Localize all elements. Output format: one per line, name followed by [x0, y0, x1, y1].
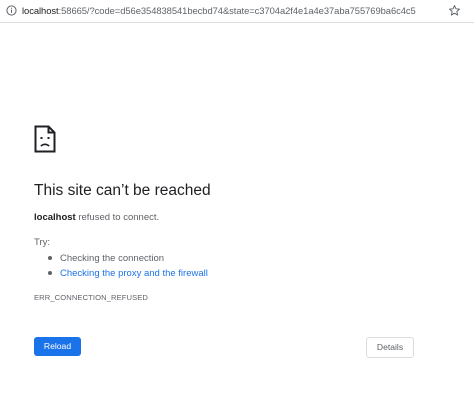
error-summary-text: refused to connect.	[75, 212, 160, 223]
sad-page-icon	[34, 125, 56, 153]
suggestion-check-connection: Checking the connection	[60, 253, 165, 264]
error-page: localhost:58665/?code=d56e354838541becbd…	[0, 0, 474, 412]
url-text[interactable]: localhost:58665/?code=d56e354838541becbd…	[22, 4, 416, 18]
error-host: localhost	[34, 212, 76, 223]
list-item: Checking the connection	[34, 251, 208, 266]
bullet	[48, 271, 52, 275]
bookmark-star-icon[interactable]	[448, 4, 461, 17]
suggestion-list: Checking the connection Checking the pro…	[34, 251, 208, 281]
info-circle-icon[interactable]	[6, 5, 17, 16]
address-bar[interactable]: localhost:58665/?code=d56e354838541becbd…	[0, 0, 474, 23]
list-item[interactable]: Checking the proxy and the firewall	[34, 266, 208, 281]
suggestion-proxy-firewall-link[interactable]: Checking the proxy and the firewall	[60, 268, 208, 279]
error-title: This site can’t be reached	[34, 182, 211, 199]
url-path: :58665/?code=d56e354838541becbd74&state=…	[58, 5, 416, 16]
try-label: Try:	[34, 237, 51, 248]
url-host: localhost	[22, 5, 59, 16]
error-summary: localhost refused to connect.	[34, 211, 159, 225]
error-code: ERR_CONNECTION_REFUSED	[34, 293, 149, 302]
bullet	[48, 256, 52, 260]
reload-button[interactable]: Reload	[34, 337, 81, 356]
details-button[interactable]: Details	[366, 337, 414, 358]
